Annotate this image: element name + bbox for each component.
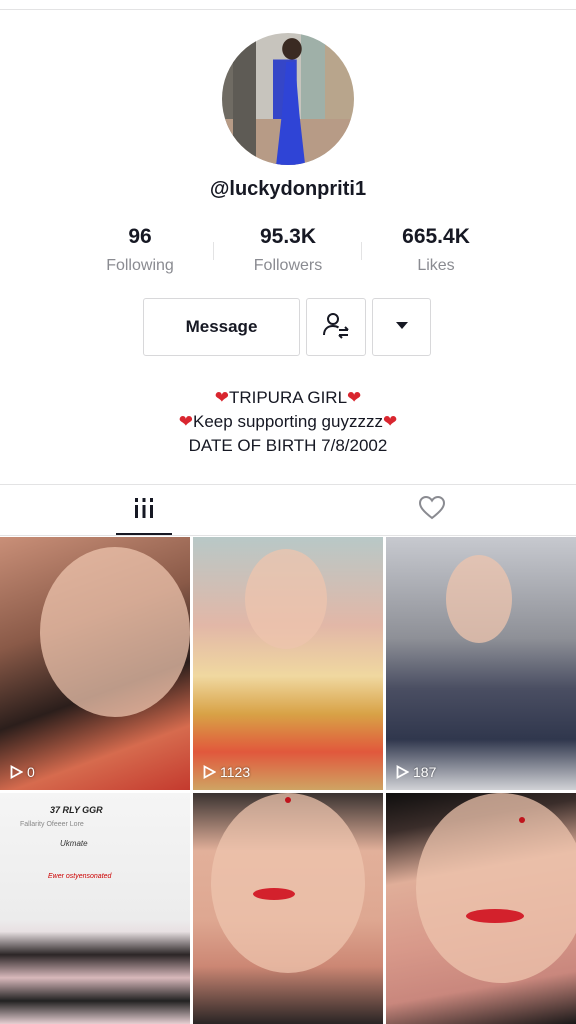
video-thumbnail[interactable]: 187 xyxy=(386,537,576,790)
thumbnail-text: Ewer ostyensonated xyxy=(48,873,112,880)
stat-likes: 665.4K Likes xyxy=(366,225,506,275)
bio-line-1: ❤TRIPURA GIRL❤ xyxy=(0,386,576,410)
heart-emoji-icon: ❤ xyxy=(214,388,229,407)
bio-line-2-text: Keep supporting guyzzzz xyxy=(193,412,383,431)
thumbnail-text: Fallarity Ofeeer Lore xyxy=(20,821,84,828)
stat-following[interactable]: 96 Following xyxy=(70,225,210,275)
heart-emoji-icon: ❤ xyxy=(382,412,398,431)
username: @luckydonpriti1 xyxy=(209,178,367,200)
message-button[interactable]: Message xyxy=(143,298,300,356)
profile-stats: 96 Following 95.3K Followers 665.4K Like… xyxy=(0,225,576,285)
thumbnail-bindi xyxy=(519,817,525,823)
likes-label: Likes xyxy=(417,257,455,274)
stat-divider xyxy=(213,242,214,260)
view-count-text: 187 xyxy=(413,764,437,780)
thumbnail-lips xyxy=(253,888,295,900)
tab-liked[interactable] xyxy=(404,494,460,526)
person-swap-icon xyxy=(320,309,352,346)
caret-down-icon xyxy=(395,318,409,336)
thumbnail-face xyxy=(446,555,512,643)
following-label: Following xyxy=(106,257,174,274)
video-thumbnail[interactable] xyxy=(386,793,576,1024)
follow-toggle-button[interactable] xyxy=(306,298,366,356)
avatar-tree xyxy=(232,33,257,165)
view-count: 187 xyxy=(396,764,436,780)
thumbnail-text: 37 RLY GGR xyxy=(50,805,103,815)
heart-outline-icon xyxy=(418,495,446,526)
video-thumbnail[interactable] xyxy=(193,793,383,1024)
play-icon xyxy=(10,765,23,779)
profile-bio: ❤TRIPURA GIRL❤ ❤Keep supporting guyzzzz❤… xyxy=(0,386,576,458)
heart-emoji-icon: ❤ xyxy=(178,412,194,431)
likes-count: 665.4K xyxy=(402,225,470,248)
video-thumbnail[interactable]: 1123 xyxy=(193,537,383,790)
grid-icon xyxy=(133,497,155,524)
following-count: 96 xyxy=(128,225,152,248)
thumbnail-face xyxy=(211,793,365,973)
avatar-person xyxy=(276,62,306,165)
thumbnail-bindi xyxy=(285,797,291,803)
bio-line-3: DATE OF BIRTH 7/8/2002 xyxy=(188,436,388,455)
thumbnail-face xyxy=(416,793,576,983)
heart-emoji-icon: ❤ xyxy=(347,388,362,407)
tabs-bottom-divider xyxy=(0,535,576,536)
bio-line-2: ❤Keep supporting guyzzzz❤ xyxy=(0,410,576,434)
thumbnail-face xyxy=(245,549,327,649)
video-thumbnail[interactable]: 0 xyxy=(0,537,190,790)
followers-count: 95.3K xyxy=(259,225,317,248)
tabs-top-divider xyxy=(0,484,576,485)
top-divider xyxy=(0,9,576,10)
stat-followers[interactable]: 95.3K Followers xyxy=(218,225,358,275)
thumbnail-face xyxy=(40,547,190,717)
stat-divider xyxy=(361,242,362,260)
view-count: 0 xyxy=(10,764,35,780)
play-icon xyxy=(396,765,409,779)
video-thumbnail[interactable]: 37 RLY GGR Fallarity Ofeeer Lore Ukmate … xyxy=(0,793,190,1024)
followers-label: Followers xyxy=(253,257,323,274)
thumbnail-text: Ukmate xyxy=(60,839,88,848)
bio-line-1-text: TRIPURA GIRL xyxy=(228,388,348,407)
view-count-text: 0 xyxy=(27,764,35,780)
view-count: 1123 xyxy=(203,764,250,780)
play-icon xyxy=(203,765,216,779)
view-count-text: 1123 xyxy=(220,764,251,780)
tab-videos[interactable] xyxy=(116,494,172,526)
profile-avatar[interactable] xyxy=(222,33,354,165)
thumbnail-lips xyxy=(466,909,524,923)
more-options-button[interactable] xyxy=(372,298,431,356)
message-label: Message xyxy=(185,317,258,336)
video-grid: 0 1123 187 37 RLY GGR Fallarity Ofeeer L… xyxy=(0,537,576,1024)
